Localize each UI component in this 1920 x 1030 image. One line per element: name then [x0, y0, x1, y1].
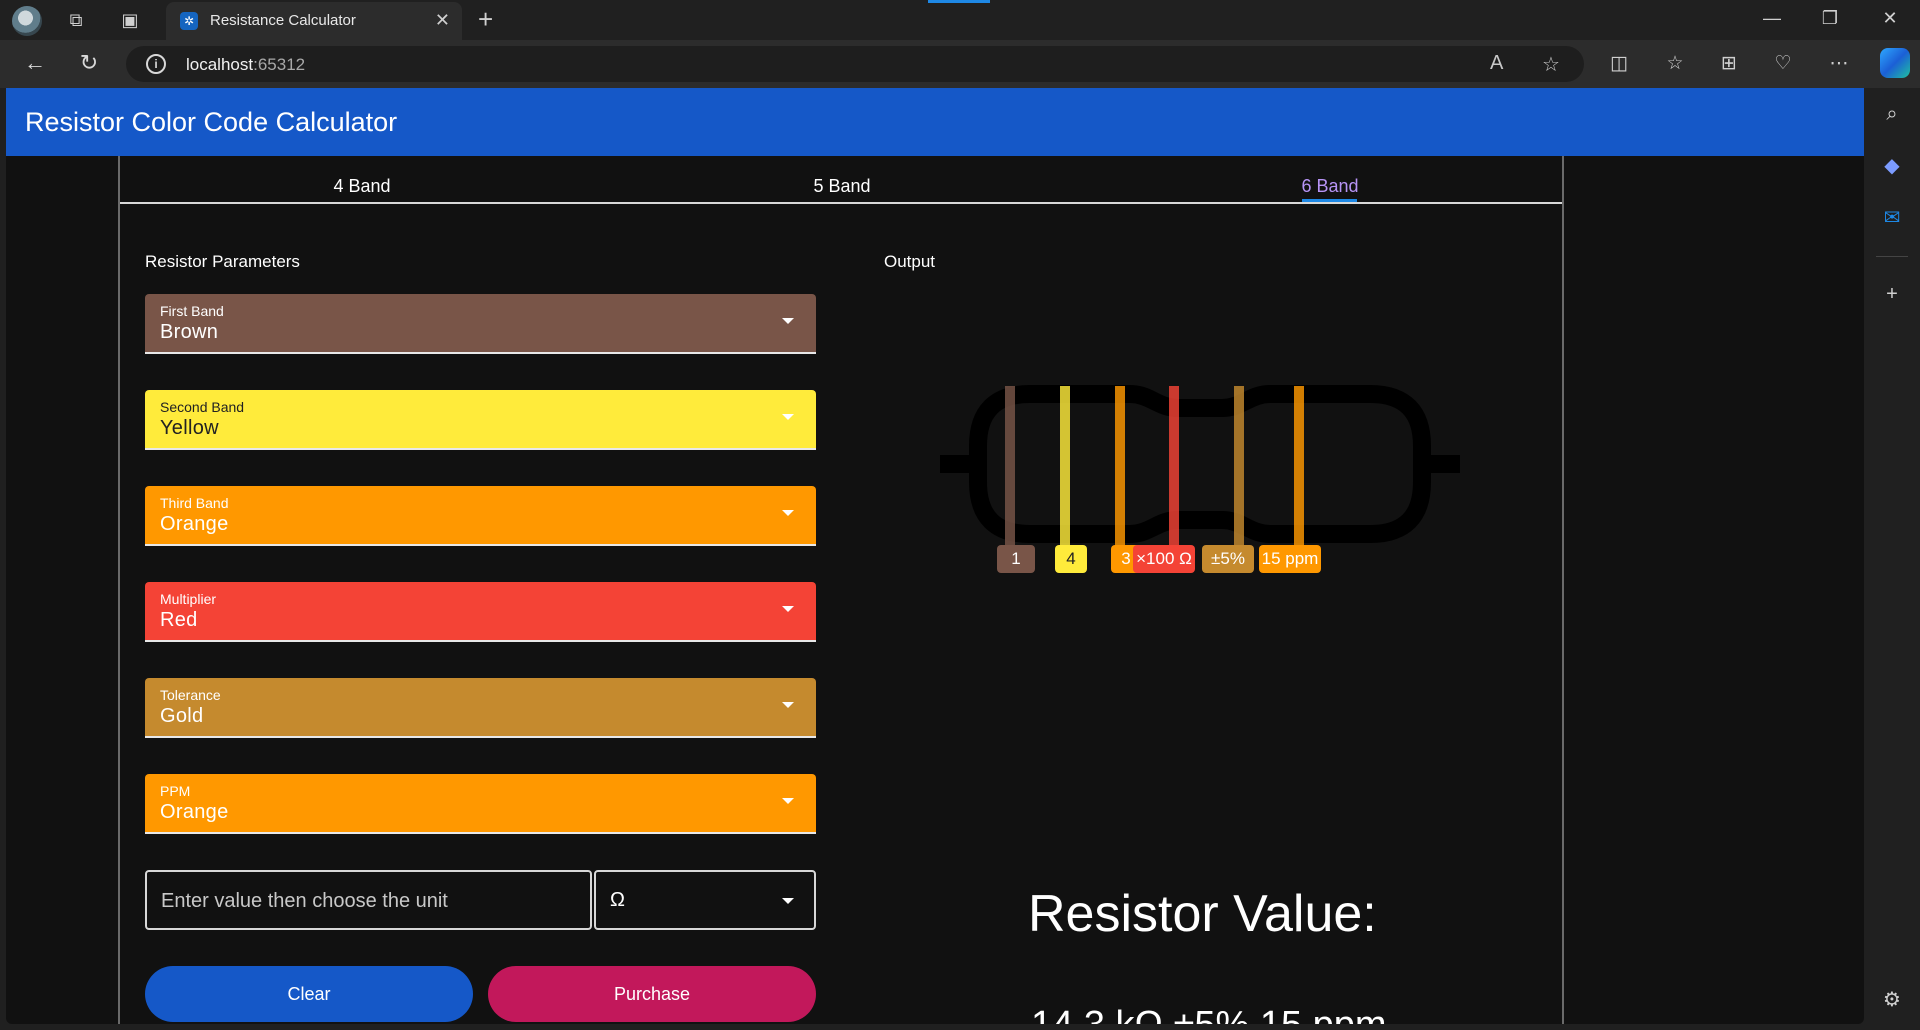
band-label-4: ×100 Ω	[1133, 545, 1195, 573]
copilot-icon[interactable]	[1880, 48, 1910, 78]
new-tab-icon[interactable]: +	[478, 4, 493, 35]
chevron-down-icon	[782, 606, 794, 612]
back-icon[interactable]: ←	[20, 50, 50, 76]
chevron-down-icon	[782, 318, 794, 324]
resistor-band-6	[1294, 386, 1304, 556]
browser-tab-bar: ⧉ ▣ ✲ Resistance Calculator ✕ + — ❐ ✕	[0, 0, 1920, 40]
split-screen-icon[interactable]: ◫	[1604, 52, 1634, 75]
more-options-icon[interactable]: ⋯	[1824, 52, 1854, 75]
tab-6-band[interactable]: 6 Band	[1270, 176, 1390, 197]
url-text[interactable]: localhost:65312	[186, 55, 305, 75]
multiplier-value: Red	[160, 609, 198, 631]
chevron-down-icon	[782, 510, 794, 516]
unit-select[interactable]: Ω	[594, 870, 816, 930]
resistance-value-input[interactable]	[161, 888, 581, 914]
window-close-icon[interactable]: ✕	[1870, 8, 1910, 29]
refresh-icon[interactable]: ↻	[74, 50, 104, 76]
band-label-2: 4	[1055, 545, 1087, 573]
tolerance-value: Gold	[160, 705, 204, 727]
page-viewport: Resistor Color Code Calculator 4 Band 5 …	[6, 88, 1864, 1024]
chevron-down-icon	[782, 798, 794, 804]
restore-icon[interactable]: ❐	[1810, 8, 1850, 29]
chevron-down-icon	[782, 414, 794, 420]
tolerance-label: Tolerance	[160, 687, 221, 703]
resistor-band-5	[1234, 386, 1244, 556]
app-bar: Resistor Color Code Calculator	[6, 88, 1864, 156]
minimize-icon[interactable]: —	[1752, 8, 1792, 29]
copilot-sidebar-icon[interactable]: ◆	[1880, 154, 1904, 178]
settings-gear-icon[interactable]: ⚙	[1880, 988, 1904, 1012]
active-tab-indicator	[1302, 199, 1357, 202]
resistor-band-1	[1005, 386, 1015, 556]
output-heading: Output	[884, 252, 936, 271]
calculator-panel: 4 Band 5 Band 6 Band Resistor Parameters…	[118, 156, 1564, 1024]
third-band-label: Third Band	[160, 495, 229, 511]
collections-icon[interactable]: ⊞	[1714, 52, 1744, 75]
tab-title: Resistance Calculator	[210, 12, 356, 29]
outlook-icon[interactable]: ✉	[1880, 206, 1904, 230]
band-tabs: 4 Band 5 Band 6 Band	[120, 156, 1562, 204]
app-title: Resistor Color Code Calculator	[25, 107, 398, 137]
resistor-band-2	[1060, 386, 1070, 556]
ppm-label: PPM	[160, 783, 191, 799]
clear-button[interactable]: Clear	[145, 966, 473, 1022]
multiplier-label: Multiplier	[160, 591, 217, 607]
app-favicon-icon: ✲	[180, 12, 198, 30]
resistance-value-field[interactable]	[145, 870, 592, 930]
result-value: 14.3 kΩ ±5% 15 ppm	[1031, 1004, 1387, 1024]
edge-sidebar: ⌕ ◆ ✉ + ⚙	[1864, 88, 1920, 1030]
url-host: localhost	[186, 55, 254, 74]
ppm-value: Orange	[160, 801, 229, 823]
third-band-value: Orange	[160, 513, 229, 535]
result-title: Resistor Value:	[1028, 885, 1377, 943]
second-band-value: Yellow	[160, 417, 219, 439]
chevron-down-icon	[782, 702, 794, 708]
resistor-band-3	[1115, 386, 1125, 556]
sidebar-divider	[1876, 256, 1908, 257]
band-label-6: 15 ppm	[1259, 545, 1321, 573]
resistor-band-4	[1169, 386, 1179, 556]
loading-indicator	[928, 0, 990, 3]
tab-actions-icon[interactable]: ▣	[118, 8, 142, 32]
close-tab-icon[interactable]: ✕	[435, 10, 450, 31]
browser-essentials-icon[interactable]: ♡	[1768, 52, 1798, 75]
band-label-5: ±5%	[1202, 545, 1254, 573]
chevron-down-icon	[782, 898, 794, 904]
workspaces-icon[interactable]: ⧉	[64, 8, 88, 32]
favorites-icon[interactable]: ☆	[1660, 52, 1690, 75]
third-band-select[interactable]: Third Band Orange	[145, 486, 816, 546]
second-band-label: Second Band	[160, 399, 245, 415]
first-band-label: First Band	[160, 303, 224, 319]
search-icon[interactable]: ⌕	[1880, 102, 1904, 126]
site-info-icon[interactable]: i	[146, 54, 166, 74]
first-band-value: Brown	[160, 321, 219, 343]
browser-tab-active[interactable]: ✲ Resistance Calculator ✕	[166, 2, 462, 40]
tab-4-band[interactable]: 4 Band	[302, 176, 422, 197]
tab-5-band[interactable]: 5 Band	[782, 176, 902, 197]
parameters-heading: Resistor Parameters	[145, 252, 300, 271]
tolerance-select[interactable]: Tolerance Gold	[145, 678, 816, 738]
ppm-select[interactable]: PPM Orange	[145, 774, 816, 834]
first-band-select[interactable]: First Band Brown	[145, 294, 816, 354]
multiplier-select[interactable]: Multiplier Red	[145, 582, 816, 642]
address-bar[interactable]: i localhost:65312 A ☆	[126, 46, 1584, 82]
read-aloud-icon[interactable]: A	[1490, 52, 1503, 75]
second-band-select[interactable]: Second Band Yellow	[145, 390, 816, 450]
resistor-body	[969, 385, 1431, 543]
address-toolbar: ← ↻ i localhost:65312 A ☆ ◫ ☆ ⊞ ♡ ⋯	[0, 40, 1920, 88]
url-port: :65312	[253, 55, 306, 74]
profile-avatar[interactable]	[12, 6, 42, 36]
band-label-1: 1	[997, 545, 1035, 573]
unit-value: Ω	[610, 889, 625, 911]
add-sidebar-app-icon[interactable]: +	[1880, 282, 1904, 306]
purchase-button[interactable]: Purchase	[488, 966, 816, 1022]
favorite-star-icon[interactable]: ☆	[1542, 52, 1560, 77]
